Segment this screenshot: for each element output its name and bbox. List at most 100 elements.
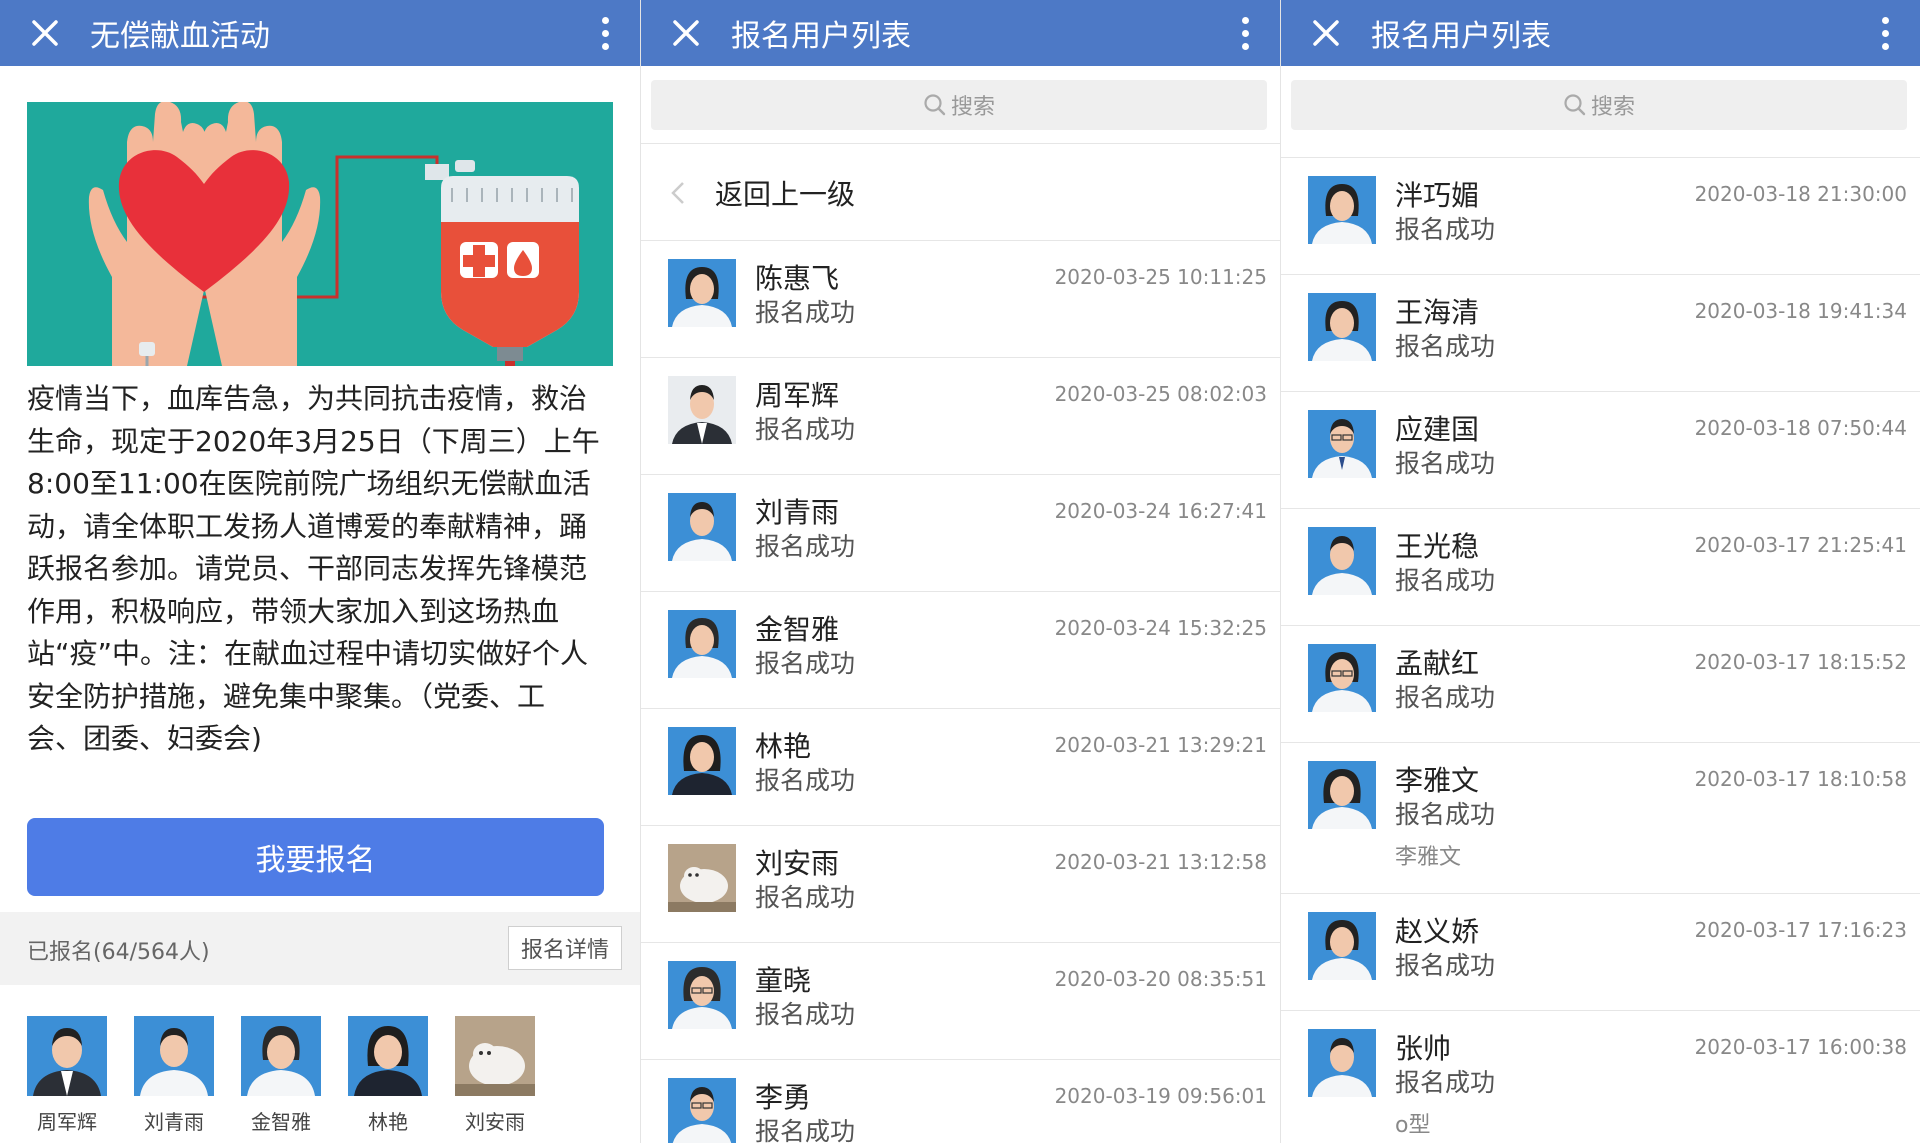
avatar — [1308, 912, 1376, 980]
signup-list: 泮巧媚 报名成功 2020-03-18 21:30:00 王海清 报名成功 20… — [1281, 158, 1920, 1143]
list-item[interactable]: 泮巧媚 报名成功 2020-03-18 21:30:00 — [1281, 158, 1920, 275]
list-item[interactable]: 刘安雨 报名成功 2020-03-21 13:12:58 — [641, 826, 1280, 943]
signup-time: 2020-03-21 13:29:21 — [1054, 733, 1267, 757]
signup-list-screen-scrolled: 报名用户列表 搜索 泮巧媚 报名成功 2020-03-18 21:30:00 王… — [1280, 0, 1920, 1143]
avatar — [1308, 410, 1376, 478]
signup-time: 2020-03-18 21:30:00 — [1694, 182, 1907, 206]
signup-time: 2020-03-19 09:56:01 — [1054, 1084, 1267, 1108]
signup-status: 报名成功 — [755, 415, 856, 444]
signup-note: o型 — [1395, 1113, 1431, 1138]
signup-list: 陈惠飞 报名成功 2020-03-25 10:11:25 周军辉 报名成功 20… — [641, 241, 1280, 1143]
list-item[interactable]: 金智雅 报名成功 2020-03-24 15:32:25 — [641, 592, 1280, 709]
close-button[interactable] — [1281, 0, 1371, 66]
avatar-name: 刘青雨 — [144, 1110, 204, 1134]
divider — [641, 143, 1280, 144]
signup-status: 报名成功 — [1395, 800, 1496, 829]
avatar — [668, 610, 736, 678]
signup-time: 2020-03-17 18:10:58 — [1694, 767, 1907, 791]
close-button[interactable] — [641, 0, 731, 66]
list-item[interactable]: 周军辉 报名成功 2020-03-25 08:02:03 — [641, 358, 1280, 475]
chevron-left-icon — [669, 179, 709, 207]
list-item[interactable]: 李雅文 报名成功 李雅文 2020-03-17 18:10:58 — [1281, 743, 1920, 894]
avatar — [668, 493, 736, 561]
signup-button[interactable]: 我要报名 — [27, 818, 604, 896]
avatar — [134, 1016, 214, 1096]
search-input[interactable]: 搜索 — [1291, 80, 1907, 130]
list-item[interactable]: 童晓 报名成功 2020-03-20 08:35:51 — [641, 943, 1280, 1060]
signup-time: 2020-03-25 08:02:03 — [1054, 382, 1267, 406]
back-button[interactable]: 返回上一级 — [641, 145, 1280, 241]
more-dots-icon — [601, 16, 609, 24]
signup-status: 报名成功 — [1395, 332, 1496, 361]
signup-status: 报名成功 — [1395, 683, 1496, 712]
close-button[interactable] — [0, 0, 90, 66]
user-name: 金智雅 — [755, 613, 840, 646]
close-icon — [1313, 20, 1339, 46]
user-name: 李雅文 — [1395, 764, 1480, 797]
avatar-item[interactable]: 周军辉 — [27, 1016, 107, 1135]
avatar — [455, 1016, 535, 1096]
user-name: 王光稳 — [1395, 530, 1480, 563]
list-item[interactable]: 孟献红 报名成功 2020-03-17 18:15:52 — [1281, 626, 1920, 743]
avatar — [668, 961, 736, 1029]
avatar — [27, 1016, 107, 1096]
user-name: 张帅 — [1395, 1032, 1452, 1065]
user-name: 孟献红 — [1395, 647, 1480, 680]
activity-description: 疫情当下，血库告急，为共同抗击疫情，救治 生命，现定于2020年3月25日（下周… — [27, 382, 600, 755]
list-item[interactable]: 王海清 报名成功 2020-03-18 19:41:34 — [1281, 275, 1920, 392]
avatar-item[interactable]: 刘安雨 — [455, 1016, 535, 1135]
avatar — [1308, 1029, 1376, 1097]
user-name: 李勇 — [755, 1081, 812, 1114]
signup-status: 报名成功 — [1395, 449, 1496, 478]
signup-list-screen: 报名用户列表 搜索 返回上一级 陈惠飞 报名成功 2020-03-25 10:1… — [640, 0, 1280, 1143]
user-name: 王海清 — [1395, 296, 1480, 329]
list-item[interactable]: 林艳 报名成功 2020-03-21 13:29:21 — [641, 709, 1280, 826]
signed-summary: 已报名(64/564人) 报名详情 — [0, 912, 640, 985]
signed-avatars: 周军辉 刘青雨 金智雅 林艳 刘安雨 — [27, 1016, 535, 1135]
close-icon — [32, 20, 58, 46]
signup-note: 李雅文 — [1395, 845, 1462, 870]
signup-status: 报名成功 — [1395, 215, 1496, 244]
avatar-item[interactable]: 金智雅 — [241, 1016, 321, 1135]
signup-time: 2020-03-17 17:16:23 — [1694, 918, 1907, 942]
signed-count: 已报名(64/564人) — [27, 940, 210, 965]
signup-status: 报名成功 — [755, 298, 856, 327]
signup-status: 报名成功 — [755, 883, 856, 912]
list-item[interactable]: 赵义娇 报名成功 2020-03-17 17:16:23 — [1281, 894, 1920, 1011]
blood-donation-banner — [27, 102, 613, 366]
user-name: 泮巧媚 — [1395, 179, 1480, 212]
avatar — [668, 259, 736, 327]
list-item[interactable]: 李勇 报名成功 2020-03-19 09:56:01 — [641, 1060, 1280, 1143]
page-title: 报名用户列表 — [1371, 19, 1551, 54]
avatar-name: 金智雅 — [251, 1110, 311, 1134]
avatar — [1308, 644, 1376, 712]
more-options-button[interactable] — [1210, 0, 1280, 66]
more-options-button[interactable] — [1850, 0, 1920, 66]
more-dots-icon — [1881, 16, 1889, 24]
avatar-item[interactable]: 林艳 — [348, 1016, 428, 1135]
avatar — [1308, 176, 1376, 244]
signup-status: 报名成功 — [755, 766, 856, 795]
signup-status: 报名成功 — [755, 1000, 856, 1029]
avatar-name: 林艳 — [368, 1110, 408, 1134]
signup-detail-button[interactable]: 报名详情 — [508, 926, 622, 970]
search-input[interactable]: 搜索 — [651, 80, 1267, 130]
list-item[interactable]: 张帅 报名成功 o型 2020-03-17 16:00:38 — [1281, 1011, 1920, 1143]
signup-time: 2020-03-18 07:50:44 — [1694, 416, 1907, 440]
user-name: 陈惠飞 — [755, 262, 840, 295]
list-item[interactable]: 应建国 报名成功 2020-03-18 07:50:44 — [1281, 392, 1920, 509]
more-dots-icon — [1241, 16, 1249, 24]
signup-status: 报名成功 — [755, 649, 856, 678]
close-icon — [673, 20, 699, 46]
list-item[interactable]: 王光稳 报名成功 2020-03-17 21:25:41 — [1281, 509, 1920, 626]
list-item[interactable]: 刘青雨 报名成功 2020-03-24 16:27:41 — [641, 475, 1280, 592]
activity-screen: 无偿献血活动 疫情当下，血库告急，为共同抗击疫情，救治 生命，现定于2020年3… — [0, 0, 640, 1143]
signup-time: 2020-03-17 18:15:52 — [1694, 650, 1907, 674]
user-name: 童晓 — [755, 964, 812, 997]
more-options-button[interactable] — [570, 0, 640, 66]
avatar-item[interactable]: 刘青雨 — [134, 1016, 214, 1135]
list-item[interactable]: 陈惠飞 报名成功 2020-03-25 10:11:25 — [641, 241, 1280, 358]
signup-time: 2020-03-20 08:35:51 — [1054, 967, 1267, 991]
signup-time: 2020-03-17 16:00:38 — [1694, 1035, 1907, 1059]
page-title: 报名用户列表 — [731, 19, 911, 54]
